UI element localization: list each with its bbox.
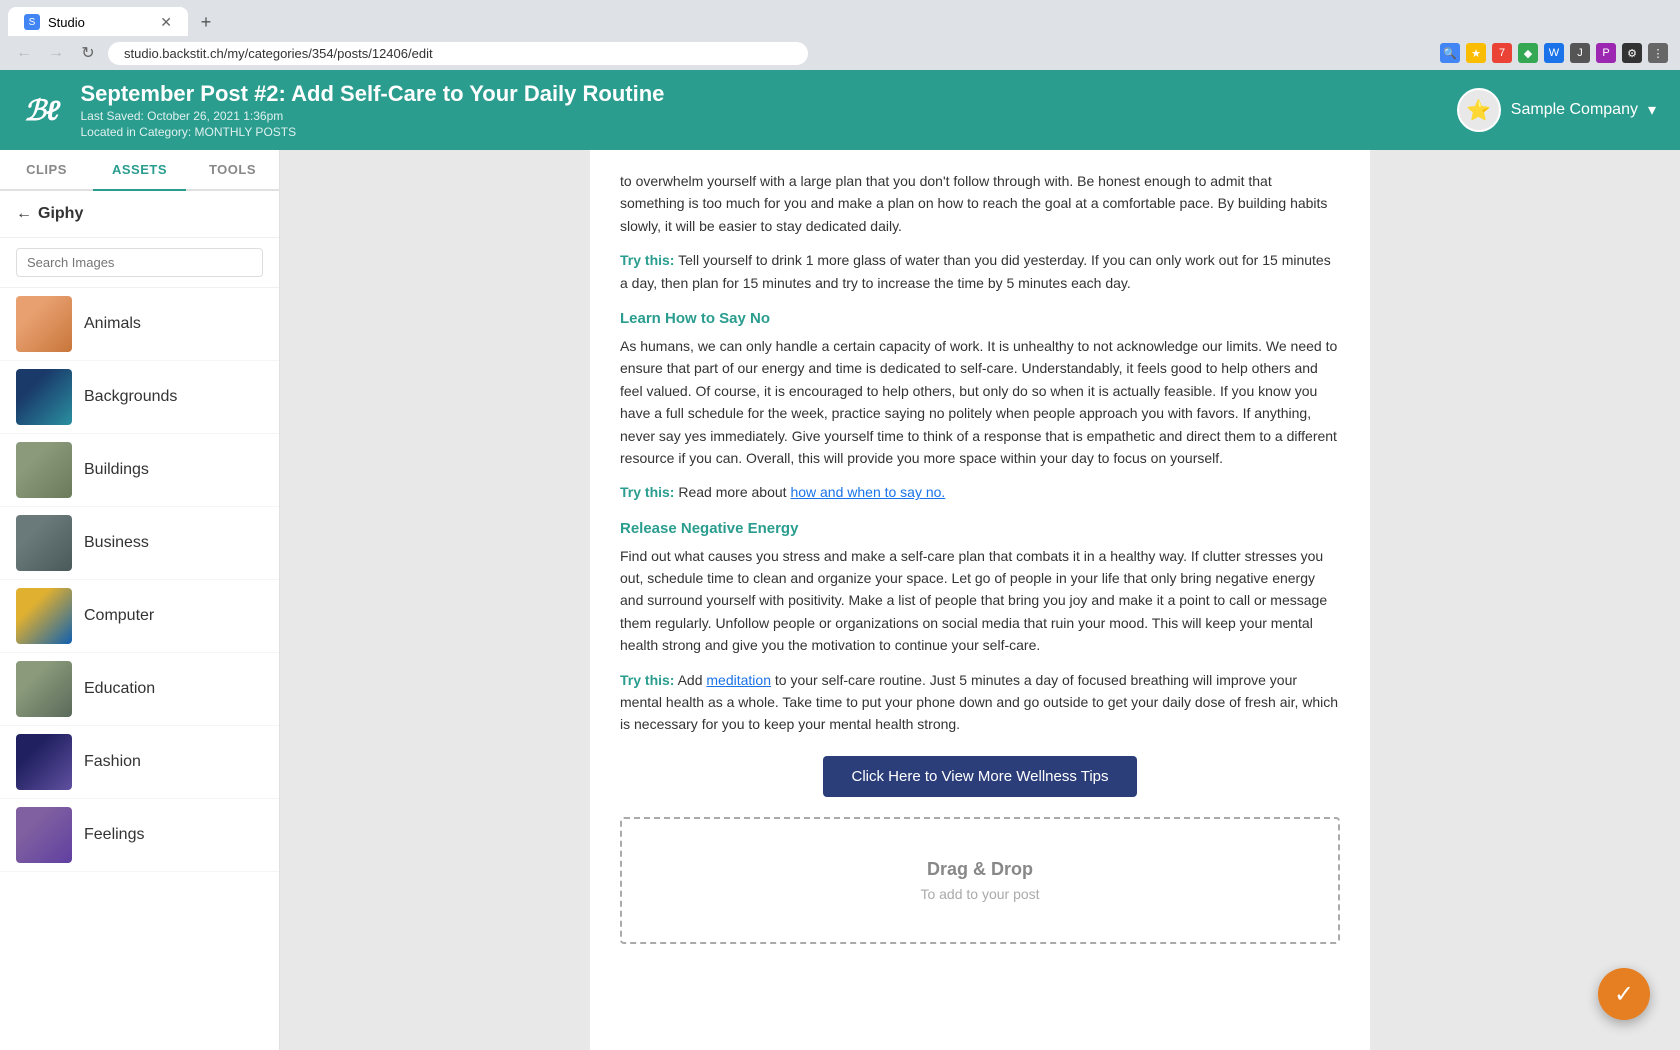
search-bar bbox=[0, 238, 279, 288]
chevron-down-icon: ▾ bbox=[1648, 100, 1656, 120]
category-label-feelings: Feelings bbox=[84, 826, 144, 844]
ext-icon-3[interactable]: 7 bbox=[1492, 43, 1512, 63]
post-paragraph-release: Find out what causes you stress and make… bbox=[620, 545, 1340, 657]
list-item[interactable]: Backgrounds bbox=[0, 361, 279, 434]
post-paragraph-sayno: As humans, we can only handle a certain … bbox=[620, 335, 1340, 469]
category-label-business: Business bbox=[84, 534, 149, 552]
category-thumb-fashion bbox=[16, 734, 72, 790]
back-label: Giphy bbox=[38, 205, 83, 223]
try-this-label-2: Try this: bbox=[620, 484, 674, 500]
browser-chrome: S Studio ✕ + ← → ↻ studio.backstit.ch/my… bbox=[0, 0, 1680, 70]
tab-tools[interactable]: TOOLS bbox=[186, 150, 279, 189]
ext-icon-9[interactable]: ⋮ bbox=[1648, 43, 1668, 63]
list-item[interactable]: Computer bbox=[0, 580, 279, 653]
ext-icon-1[interactable]: 🔍 bbox=[1440, 43, 1460, 63]
category-label-backgrounds: Backgrounds bbox=[84, 388, 177, 406]
header-title-area: September Post #2: Add Self-Care to Your… bbox=[80, 81, 1456, 139]
ext-icon-8[interactable]: ⚙ bbox=[1622, 43, 1642, 63]
post-paragraph-1: to overwhelm yourself with a large plan … bbox=[620, 170, 1340, 237]
post-paragraph-try3: Try this: Add meditation to your self-ca… bbox=[620, 669, 1340, 736]
drag-drop-area[interactable]: Drag & Drop To add to your post bbox=[620, 817, 1340, 944]
browser-extensions: 🔍 ★ 7 ◆ W J P ⚙ ⋮ bbox=[1440, 43, 1668, 63]
back-button[interactable]: ← bbox=[12, 41, 36, 65]
post-container: to overwhelm yourself with a large plan … bbox=[590, 150, 1370, 1050]
try-this-label-3: Try this: bbox=[620, 672, 674, 688]
meditation-link[interactable]: meditation bbox=[706, 672, 771, 688]
drag-drop-title: Drag & Drop bbox=[662, 859, 1298, 880]
category-location: Located in Category: MONTHLY POSTS bbox=[80, 125, 1456, 139]
reload-button[interactable]: ↻ bbox=[76, 41, 100, 65]
wellness-tips-button[interactable]: Click Here to View More Wellness Tips bbox=[823, 756, 1136, 797]
app-header: ℬℓ September Post #2: Add Self-Care to Y… bbox=[0, 70, 1680, 150]
category-thumb-backgrounds bbox=[16, 369, 72, 425]
say-no-link[interactable]: how and when to say no. bbox=[790, 484, 945, 500]
avatar: ⭐ bbox=[1457, 88, 1501, 132]
url-text: studio.backstit.ch/my/categories/354/pos… bbox=[124, 46, 433, 61]
url-bar[interactable]: studio.backstit.ch/my/categories/354/pos… bbox=[108, 42, 808, 65]
category-label-fashion: Fashion bbox=[84, 753, 141, 771]
main-layout: CLIPS ASSETS TOOLS ← Giphy Animals Backg… bbox=[0, 150, 1680, 1050]
ext-icon-6[interactable]: J bbox=[1570, 43, 1590, 63]
try-this-label-1: Try this: bbox=[620, 252, 674, 268]
search-input[interactable] bbox=[16, 248, 263, 277]
list-item[interactable]: Business bbox=[0, 507, 279, 580]
address-bar: ← → ↻ studio.backstit.ch/my/categories/3… bbox=[0, 36, 1680, 70]
category-label-buildings: Buildings bbox=[84, 461, 149, 479]
list-item[interactable]: Feelings bbox=[0, 799, 279, 872]
category-label-computer: Computer bbox=[84, 607, 154, 625]
new-tab-button[interactable]: + bbox=[192, 8, 220, 36]
category-thumb-education bbox=[16, 661, 72, 717]
back-arrow-icon: ← bbox=[16, 205, 32, 223]
content-area: to overwhelm yourself with a large plan … bbox=[280, 150, 1680, 1050]
company-selector[interactable]: ⭐ Sample Company ▾ bbox=[1457, 88, 1656, 132]
category-label-education: Education bbox=[84, 680, 155, 698]
sidebar-tabs: CLIPS ASSETS TOOLS bbox=[0, 150, 279, 191]
tab-favicon: S bbox=[24, 14, 40, 30]
company-name: Sample Company bbox=[1511, 101, 1638, 119]
drag-drop-subtitle: To add to your post bbox=[662, 886, 1298, 902]
section-heading-release: Release Negative Energy bbox=[620, 520, 1340, 537]
ext-icon-4[interactable]: ◆ bbox=[1518, 43, 1538, 63]
category-thumb-animals bbox=[16, 296, 72, 352]
back-to-giphy[interactable]: ← Giphy bbox=[0, 191, 279, 238]
category-thumb-business bbox=[16, 515, 72, 571]
list-item[interactable]: Animals bbox=[0, 288, 279, 361]
page-title: September Post #2: Add Self-Care to Your… bbox=[80, 81, 1456, 107]
last-saved: Last Saved: October 26, 2021 1:36pm bbox=[80, 109, 1456, 123]
category-list: Animals Backgrounds Buildings Business C… bbox=[0, 288, 279, 872]
fab-confirm-button[interactable]: ✓ bbox=[1598, 968, 1650, 1020]
app-logo: ℬℓ bbox=[24, 94, 60, 127]
list-item[interactable]: Fashion bbox=[0, 726, 279, 799]
category-thumb-feelings bbox=[16, 807, 72, 863]
post-paragraph-try2: Try this: Read more about how and when t… bbox=[620, 481, 1340, 503]
tab-title: Studio bbox=[48, 15, 85, 30]
section-heading-say-no: Learn How to Say No bbox=[620, 310, 1340, 327]
tab-close-button[interactable]: ✕ bbox=[160, 14, 172, 31]
ext-icon-2[interactable]: ★ bbox=[1466, 43, 1486, 63]
category-thumb-computer bbox=[16, 588, 72, 644]
list-item[interactable]: Education bbox=[0, 653, 279, 726]
post-paragraph-try1: Try this: Tell yourself to drink 1 more … bbox=[620, 249, 1340, 294]
tab-clips[interactable]: CLIPS bbox=[0, 150, 93, 189]
category-thumb-buildings bbox=[16, 442, 72, 498]
forward-button[interactable]: → bbox=[44, 41, 68, 65]
list-item[interactable]: Buildings bbox=[0, 434, 279, 507]
ext-icon-7[interactable]: P bbox=[1596, 43, 1616, 63]
category-label-animals: Animals bbox=[84, 315, 141, 333]
tab-bar: S Studio ✕ + bbox=[0, 0, 1680, 36]
sidebar: CLIPS ASSETS TOOLS ← Giphy Animals Backg… bbox=[0, 150, 280, 1050]
ext-icon-5[interactable]: W bbox=[1544, 43, 1564, 63]
active-tab[interactable]: S Studio ✕ bbox=[8, 7, 188, 37]
tab-assets[interactable]: ASSETS bbox=[93, 150, 186, 191]
